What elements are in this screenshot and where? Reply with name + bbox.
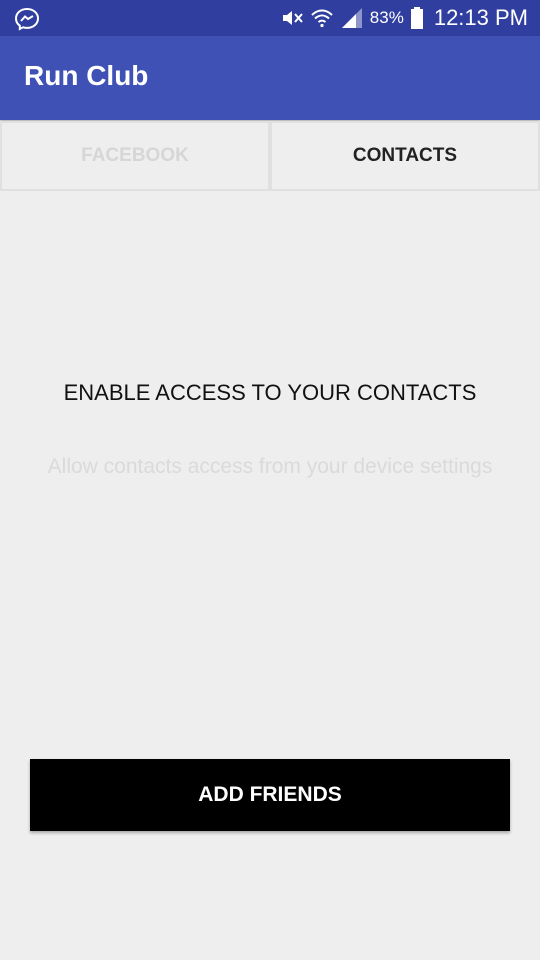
- add-friends-button[interactable]: ADD FRIENDS: [30, 759, 510, 831]
- messenger-icon: [14, 7, 40, 31]
- tab-contacts[interactable]: CONTACTS: [270, 121, 540, 191]
- status-icons: 83% 12:13 PM: [280, 0, 528, 36]
- app-title: Run Club: [24, 60, 149, 91]
- mute-icon: [280, 6, 304, 30]
- tab-facebook[interactable]: FACEBOOK: [0, 121, 270, 191]
- tab-bar: FACEBOOK CONTACTS: [0, 121, 540, 191]
- app-bar: Run Club: [0, 36, 540, 120]
- status-bar: 83% 12:13 PM: [0, 0, 540, 36]
- clock: 12:13 PM: [433, 5, 528, 30]
- signal-icon: [340, 6, 364, 30]
- contacts-access-title: ENABLE ACCESS TO YOUR CONTACTS: [63, 380, 477, 405]
- battery-percent: 83%: [369, 8, 404, 27]
- battery-icon: [410, 6, 424, 30]
- contacts-access-subtitle: Allow contacts access from your device s…: [47, 455, 493, 478]
- wifi-icon: [310, 6, 334, 30]
